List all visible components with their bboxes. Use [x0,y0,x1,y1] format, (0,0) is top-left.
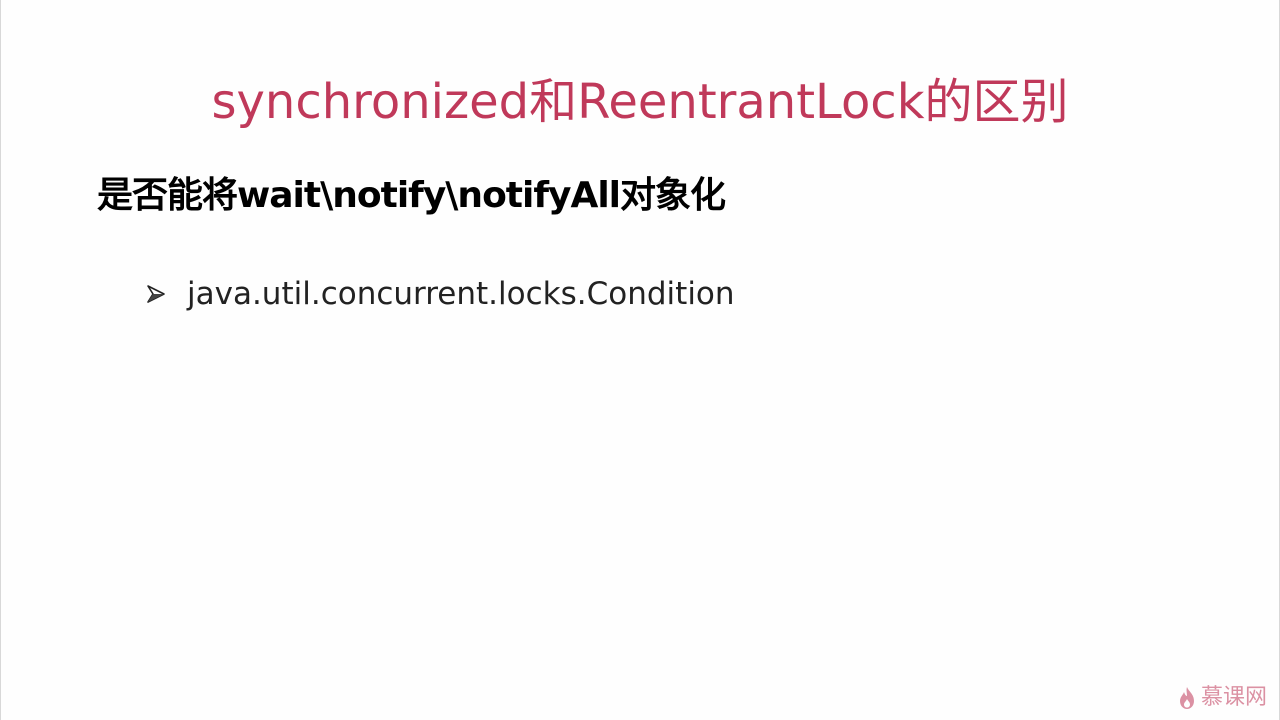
slide: synchronized和ReentrantLock的区别 是否能将wait\n… [0,0,1280,720]
slide-title: synchronized和ReentrantLock的区别 [211,74,1069,130]
bullet-item: java.util.concurrent.locks.Condition [145,272,735,316]
watermark-text: 慕课网 [1200,685,1267,710]
bullet-text: java.util.concurrent.locks.Condition [187,276,735,312]
flame-logo-icon [1179,687,1194,709]
arrowhead-bullet-icon [147,285,165,303]
slide-subheading: 是否能将wait\notify\notifyAll对象化 [97,175,726,216]
watermark: 慕课网 [1177,684,1267,712]
